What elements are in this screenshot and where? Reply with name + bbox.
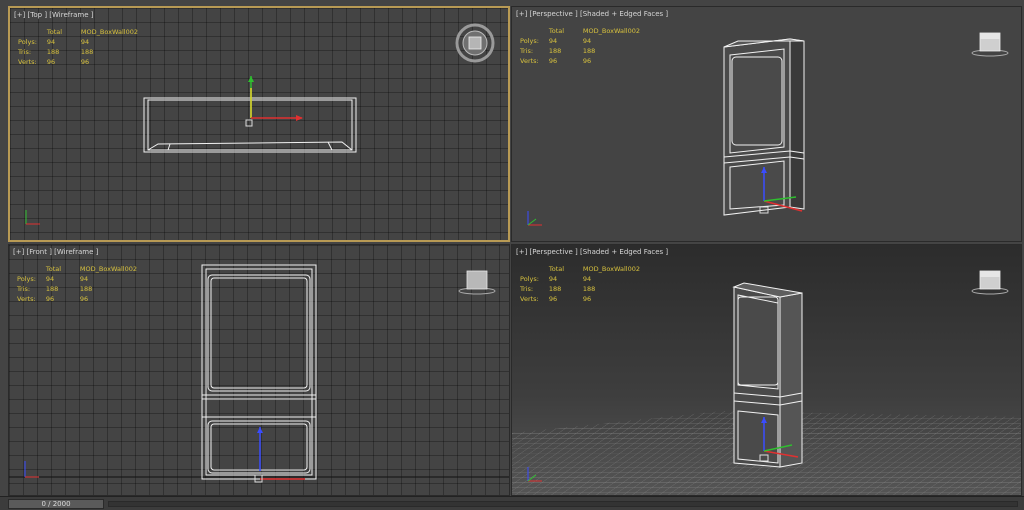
stats-label: Polys:: [18, 38, 37, 46]
stats-label: Verts:: [520, 57, 539, 65]
stats-header-total: Total: [548, 265, 565, 273]
stats-value: 188: [45, 285, 59, 293]
timeline-bar: 0 / 2000: [0, 496, 1024, 510]
stats-label: Verts:: [17, 295, 36, 303]
stats-label: Tris:: [17, 285, 31, 293]
viewport-perspective-top[interactable]: [+] [Perspective ] [Shaded + Edged Faces…: [511, 6, 1022, 242]
viewport-perspective-bottom[interactable]: [+] [Perspective ] [Shaded + Edged Faces…: [511, 244, 1022, 496]
viewcube-icon[interactable]: [968, 265, 1012, 303]
stats-label: Verts:: [520, 295, 539, 303]
stats-value: 96: [79, 295, 89, 303]
stats-value: 94: [79, 275, 89, 283]
time-slider[interactable]: 0 / 2000: [8, 499, 104, 509]
stats-label: Polys:: [520, 37, 539, 45]
transform-gizmo: [245, 76, 303, 127]
stats-overlay: Total MOD_BoxWall002 Polys: 94 94 Tris: 188 1…: [17, 265, 147, 305]
stats-value: 96: [46, 58, 56, 66]
stats-header-object: MOD_BoxWall002: [582, 265, 640, 273]
viewport-top[interactable]: [+] [Top ] [Wireframe ] Total MOD_BoxWall…: [8, 6, 510, 242]
stats-label: Polys:: [17, 275, 36, 283]
stats-value: 94: [80, 38, 90, 46]
stats-label: Tris:: [520, 47, 534, 55]
stats-value: 94: [46, 38, 56, 46]
stats-value: 188: [80, 48, 94, 56]
viewport-label[interactable]: [+] [Top ] [Wireframe ]: [14, 11, 93, 19]
stats-value: 96: [80, 58, 90, 66]
viewport-label[interactable]: [+] [Perspective ] [Shaded + Edged Faces…: [516, 10, 668, 18]
stats-value: 188: [46, 48, 60, 56]
stats-overlay: Total MOD_BoxWall002 Polys: 94 94 Tris: 188 1…: [520, 265, 650, 305]
viewcube-icon[interactable]: [455, 265, 499, 303]
stats-value: 94: [45, 275, 55, 283]
viewcube-icon[interactable]: [968, 27, 1012, 65]
time-track[interactable]: [108, 501, 1018, 507]
stats-value: 96: [582, 295, 592, 303]
viewport-label[interactable]: [+] [Perspective ] [Shaded + Edged Faces…: [516, 248, 668, 256]
stats-value: 94: [582, 275, 592, 283]
shaded-object: [732, 282, 803, 468]
stats-header-object: MOD_BoxWall002: [80, 28, 138, 36]
stats-header-total: Total: [46, 28, 63, 36]
viewport-label[interactable]: [+] [Front ] [Wireframe ]: [13, 248, 98, 256]
viewport-front[interactable]: [+] [Front ] [Wireframe ] Total MOD_BoxWa…: [8, 244, 510, 496]
stats-overlay: Total MOD_BoxWall002 Polys: 94 94 Tris: 188 1…: [520, 27, 650, 67]
stats-value: 188: [582, 47, 596, 55]
stats-value: 96: [548, 295, 558, 303]
stats-header-object: MOD_BoxWall002: [582, 27, 640, 35]
axis-tripod-persp: [527, 211, 542, 226]
stats-label: Tris:: [18, 48, 32, 56]
stats-header-total: Total: [548, 27, 565, 35]
wireframe-object: [143, 97, 357, 153]
stats-value: 96: [45, 295, 55, 303]
app-window: [+] [Top ] [Wireframe ] Total MOD_BoxWall…: [0, 0, 1024, 510]
stats-label: Polys:: [520, 275, 539, 283]
axis-tripod-top: [25, 210, 40, 225]
axis-tripod-front: [24, 461, 39, 478]
stats-value: 94: [548, 37, 558, 45]
stats-value: 188: [79, 285, 93, 293]
wireframe-object: [201, 264, 317, 480]
stats-value: 188: [548, 285, 562, 293]
stats-value: 96: [582, 57, 592, 65]
stats-label: Tris:: [520, 285, 534, 293]
stats-value: 96: [548, 57, 558, 65]
stats-overlay: Total MOD_BoxWall002 Polys: 94 94 Tris: 188 1…: [18, 28, 148, 68]
transform-gizmo-front: [254, 427, 305, 483]
stats-header-object: MOD_BoxWall002: [79, 265, 137, 273]
stats-header-total: Total: [45, 265, 62, 273]
stats-value: 188: [548, 47, 562, 55]
viewcube-compass-icon[interactable]: [454, 22, 496, 68]
stats-value: 94: [548, 275, 558, 283]
stats-value: 94: [582, 37, 592, 45]
stats-label: Verts:: [18, 58, 37, 66]
stats-value: 188: [582, 285, 596, 293]
